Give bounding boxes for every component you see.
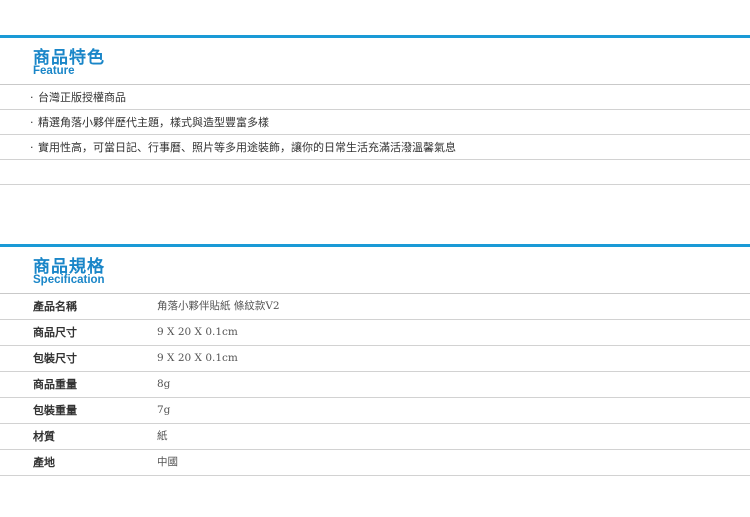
spec-label: 產地 [33,456,55,469]
spec-row-package-size: 包裝尺寸 9 X 20 X 0.1cm [0,346,750,372]
spec-row-product-weight: 商品重量 8g [0,372,750,398]
spec-label: 產品名稱 [33,300,77,313]
spec-label: 商品尺寸 [33,326,77,339]
spec-row-product-size: 商品尺寸 9 X 20 X 0.1cm [0,320,750,346]
feature-item-text: 台灣正版授權商品 [38,91,126,104]
spec-row-material: 材質 紙 [0,424,750,450]
spec-label: 包裝重量 [33,404,77,417]
feature-item: · 實用性高，可當日記、行事曆、照片等多用途裝飾，讓你的日常生活充滿活潑溫馨氣息 [0,135,750,160]
spec-row-origin: 產地 中國 [0,450,750,476]
spec-header: 商品規格 Specification [0,247,750,294]
spec-row-product-name: 產品名稱 角落小夥伴貼紙 條紋款V2 [0,294,750,320]
feature-item-text: 實用性高，可當日記、行事曆、照片等多用途裝飾，讓你的日常生活充滿活潑溫馨氣息 [38,141,456,154]
spec-value: 角落小夥伴貼紙 條紋款V2 [157,300,280,312]
feature-subtitle: Feature [33,65,75,77]
feature-item: · 台灣正版授權商品 [0,85,750,110]
feature-item: · 精選角落小夥伴歷代主題，樣式與造型豐富多樣 [0,110,750,135]
feature-list: · 台灣正版授權商品 · 精選角落小夥伴歷代主題，樣式與造型豐富多樣 · 實用性高，可… [0,85,750,185]
feature-section: 商品特色 Feature · 台灣正版授權商品 · 精選角落小夥伴歷代主題，樣式與造… [0,35,750,185]
spec-table: 產品名稱 角落小夥伴貼紙 條紋款V2 商品尺寸 9 X 20 X 0.1cm 包… [0,294,750,476]
feature-empty-row [0,160,750,185]
feature-item-text: 精選角落小夥伴歷代主題，樣式與造型豐富多樣 [38,116,269,129]
spec-value: 8g [157,378,171,390]
spec-label: 材質 [33,430,55,443]
spec-value: 7g [157,404,171,416]
spec-value: 中國 [157,456,178,468]
feature-header: 商品特色 Feature [0,38,750,85]
spec-label: 包裝尺寸 [33,352,77,365]
bullet-icon: · [30,141,34,154]
spec-subtitle: Specification [33,274,105,286]
spec-value: 9 X 20 X 0.1cm [157,352,238,364]
spec-value: 紙 [157,430,168,442]
spec-row-package-weight: 包裝重量 7g [0,398,750,424]
bullet-icon: · [30,91,34,104]
spec-label: 商品重量 [33,378,77,391]
bullet-icon: · [30,116,34,129]
spec-value: 9 X 20 X 0.1cm [157,326,238,338]
spec-section: 商品規格 Specification 產品名稱 角落小夥伴貼紙 條紋款V2 商品… [0,244,750,476]
